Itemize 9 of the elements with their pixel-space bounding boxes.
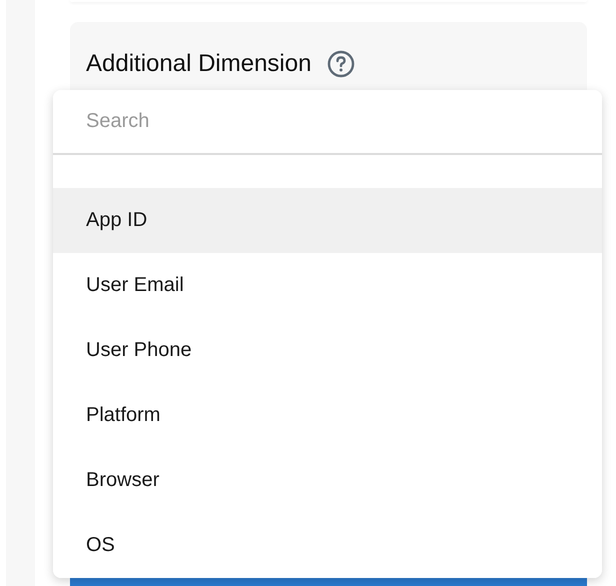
dropdown-option[interactable]: OS — [53, 513, 602, 578]
search-field[interactable]: Search — [53, 90, 602, 155]
dropdown-option[interactable]: User Phone — [53, 318, 602, 383]
help-icon[interactable] — [327, 50, 356, 78]
section-title: Additional Dimension — [86, 50, 312, 78]
dropdown-option[interactable]: Platform — [53, 383, 602, 448]
dropdown-option[interactable]: Browser — [53, 448, 602, 513]
dropdown-option[interactable]: App ID — [53, 188, 602, 253]
dropdown-option[interactable]: User Email — [53, 253, 602, 318]
